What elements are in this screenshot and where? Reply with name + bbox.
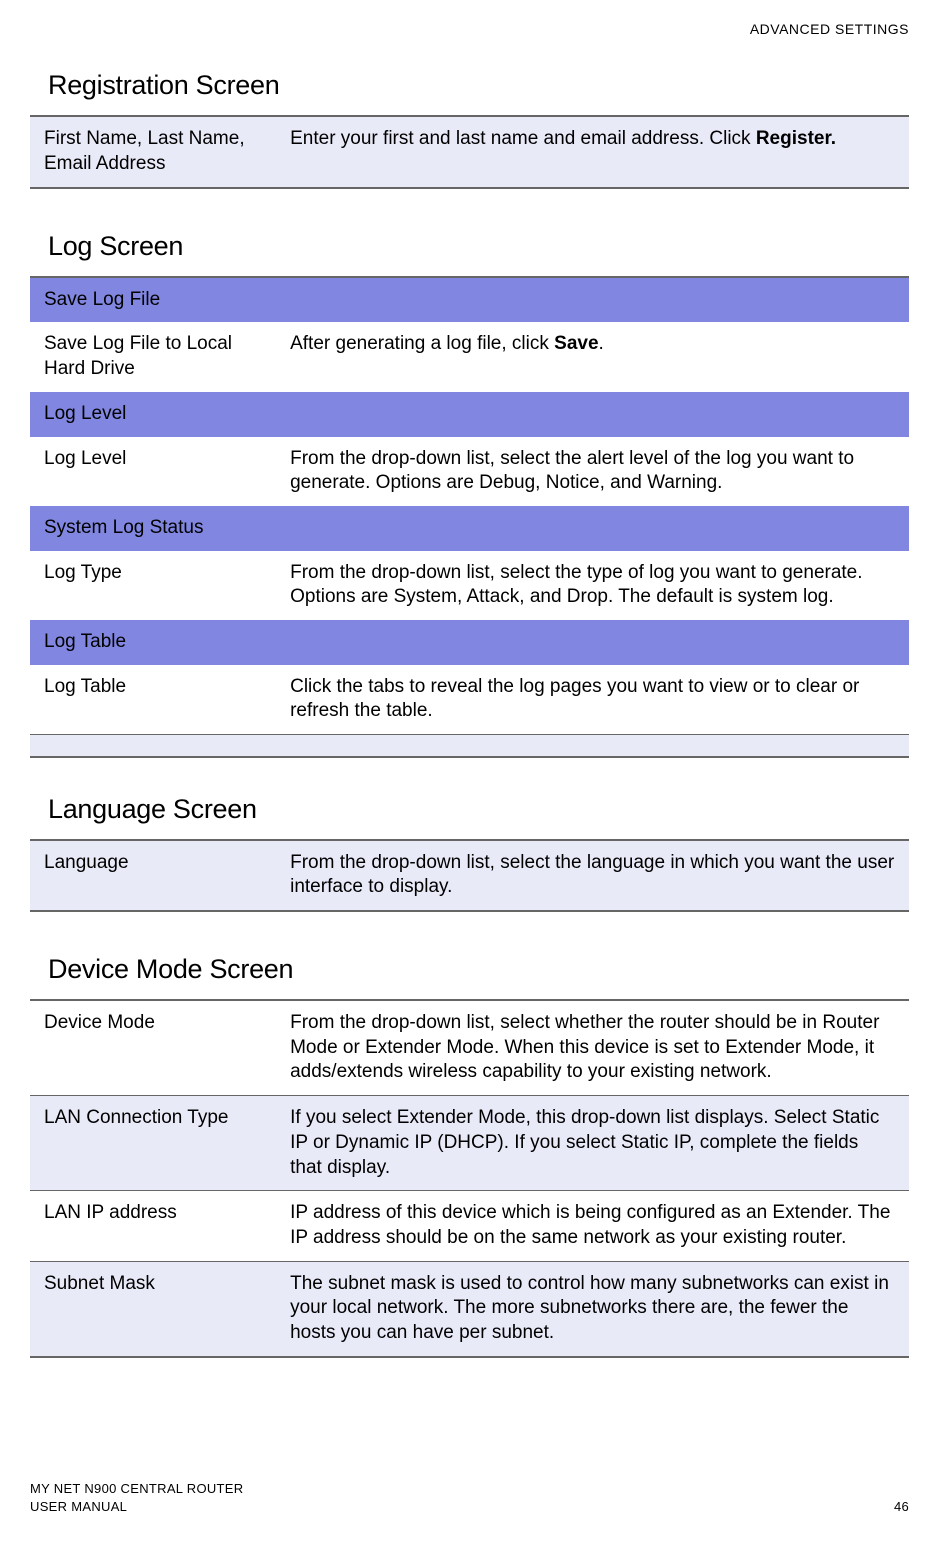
registration-table: First Name, Last Name, Email Address Ent… [30, 115, 909, 188]
section-header: Log Level [30, 392, 909, 437]
language-table: Language From the drop-down list, select… [30, 839, 909, 912]
footer-page-number: 46 [894, 1499, 909, 1516]
table-row: Log Level From the drop-down list, selec… [30, 437, 909, 506]
table-row: Subnet Mask The subnet mask is used to c… [30, 1261, 909, 1357]
cell-label: Subnet Mask [30, 1261, 276, 1357]
cell-label: Language [30, 840, 276, 911]
cell-desc: IP address of this device which is being… [276, 1191, 909, 1261]
section-title-devicemode: Device Mode Screen [30, 952, 909, 987]
table-row: Log Table Click the tabs to reveal the l… [30, 665, 909, 735]
cell-label: LAN IP address [30, 1191, 276, 1261]
log-table: Save Log File Save Log File to Local Har… [30, 276, 909, 758]
text: Enter your first and last name and email… [290, 128, 756, 149]
section-title-language: Language Screen [30, 792, 909, 827]
cell-desc: The subnet mask is used to control how m… [276, 1261, 909, 1357]
table-header-row: Save Log File [30, 277, 909, 323]
cell-label: Log Table [30, 665, 276, 735]
text-bold: Save [554, 333, 598, 354]
section-header: Save Log File [30, 277, 909, 323]
cell-label: Device Mode [30, 1000, 276, 1096]
cell-label: LAN Connection Type [30, 1096, 276, 1191]
devicemode-table: Device Mode From the drop-down list, sel… [30, 999, 909, 1358]
cell-desc: From the drop-down list, select whether … [276, 1000, 909, 1096]
table-row: Device Mode From the drop-down list, sel… [30, 1000, 909, 1096]
text-bold: Register. [756, 128, 836, 149]
text: After generating a log file, click [290, 333, 554, 354]
cell-desc: From the drop-down list, select the type… [276, 551, 909, 620]
section-title-registration: Registration Screen [30, 68, 909, 103]
cell-label: Log Level [30, 437, 276, 506]
table-row: Save Log File to Local Hard Drive After … [30, 322, 909, 391]
table-row: Language From the drop-down list, select… [30, 840, 909, 911]
table-header-row: Log Level [30, 392, 909, 437]
section-title-log: Log Screen [30, 229, 909, 264]
footer-left: MY NET N900 CENTRAL ROUTER USER MANUAL [30, 1480, 243, 1516]
text: . [599, 333, 604, 354]
cell-desc: Click the tabs to reveal the log pages y… [276, 665, 909, 735]
table-header-row: Log Table [30, 620, 909, 665]
cell-desc: After generating a log file, click Save. [276, 322, 909, 391]
page-footer: MY NET N900 CENTRAL ROUTER USER MANUAL 4… [30, 1480, 909, 1516]
cell-desc: From the drop-down list, select the aler… [276, 437, 909, 506]
footer-doc: USER MANUAL [30, 1498, 243, 1516]
cell-desc: If you select Extender Mode, this drop-d… [276, 1096, 909, 1191]
cell-label: First Name, Last Name, Email Address [30, 116, 276, 187]
table-row: LAN Connection Type If you select Extend… [30, 1096, 909, 1191]
table-header-row: System Log Status [30, 506, 909, 551]
cell-desc: From the drop-down list, select the lang… [276, 840, 909, 911]
cell-desc: Enter your first and last name and email… [276, 116, 909, 187]
section-header: System Log Status [30, 506, 909, 551]
table-row: LAN IP address IP address of this device… [30, 1191, 909, 1261]
header-category: ADVANCED SETTINGS [30, 20, 909, 38]
cell-label: Save Log File to Local Hard Drive [30, 322, 276, 391]
table-row: Log Type From the drop-down list, select… [30, 551, 909, 620]
table-row-empty [30, 735, 909, 757]
table-row: First Name, Last Name, Email Address Ent… [30, 116, 909, 187]
cell-label: Log Type [30, 551, 276, 620]
section-header: Log Table [30, 620, 909, 665]
footer-product: MY NET N900 CENTRAL ROUTER [30, 1480, 243, 1498]
